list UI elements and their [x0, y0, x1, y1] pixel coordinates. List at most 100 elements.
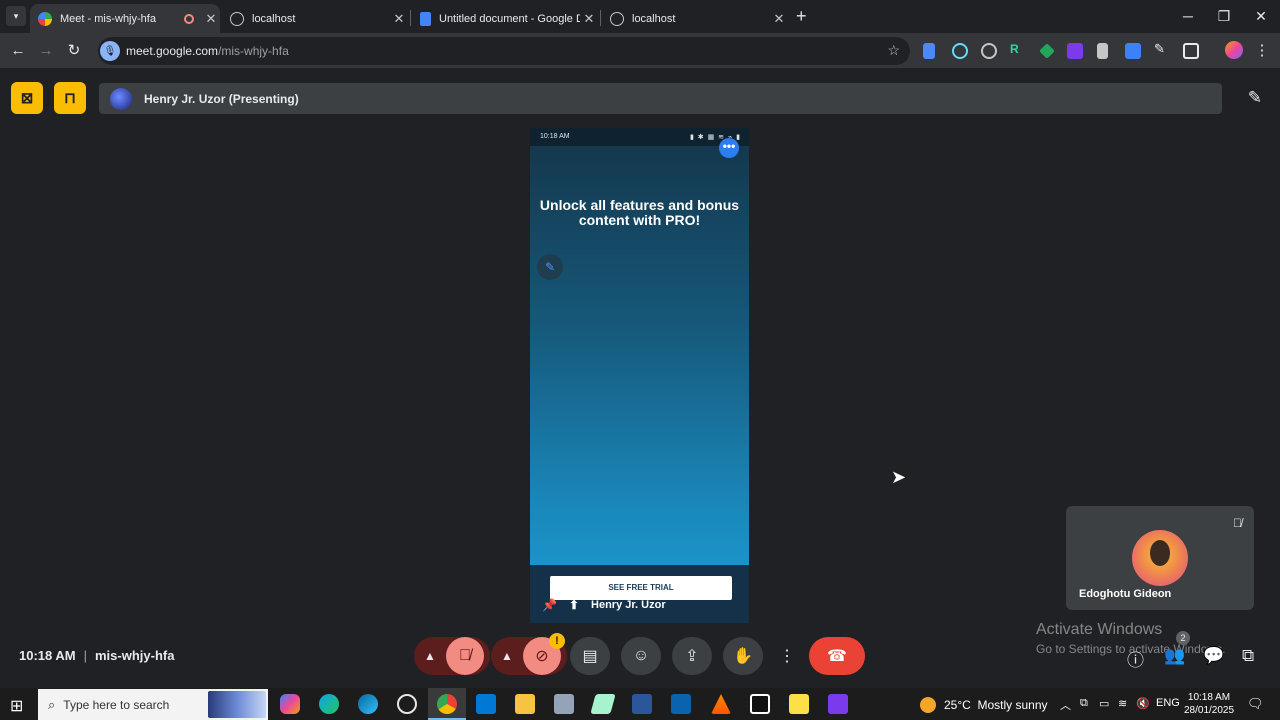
wifi-icon[interactable]: ≋	[1118, 697, 1127, 710]
taskbar-clock[interactable]: 10:18 AM 28/01/2025	[1184, 691, 1234, 717]
app-icon[interactable]	[590, 694, 616, 714]
presenting-banner: Henry Jr. Uzor (Presenting)	[99, 83, 1222, 114]
react-devtools-icon[interactable]	[952, 43, 968, 59]
meeting-details-icon[interactable]: ⓘ	[1127, 646, 1144, 671]
menu-kebab-icon[interactable]: ⋮	[1250, 39, 1274, 63]
presentation-layout-icon[interactable]: ⊓	[54, 82, 86, 114]
edit-icon[interactable]: ✎	[537, 254, 563, 280]
back-button[interactable]: ←	[6, 39, 30, 63]
address-bar[interactable]: 🎙 meet.google.com/mis-whjy-hfa ☆	[98, 37, 910, 65]
minimize-button[interactable]: ─	[1170, 0, 1206, 32]
see-free-trial-button[interactable]: SEE FREE TRIAL	[550, 576, 732, 600]
participant-name: Edoghotu Gideon	[1079, 588, 1172, 600]
windows-taskbar: ⊞ ⌕ Type here to search 25°C Mostly sunn…	[0, 688, 1280, 720]
meet-tray-icon[interactable]: ⧉	[1080, 697, 1088, 710]
capcut-icon[interactable]	[750, 694, 770, 714]
edge-dev-icon[interactable]	[358, 694, 378, 714]
visual-studio-icon[interactable]	[828, 694, 848, 714]
battery-icon[interactable]: ▭	[1099, 697, 1109, 710]
word-icon[interactable]	[632, 694, 652, 714]
search-placeholder: Type here to search	[63, 697, 170, 712]
url-path: /mis-whjy-hfa	[218, 44, 289, 58]
copilot-icon[interactable]	[280, 694, 300, 714]
close-tab-icon[interactable]: ✕	[390, 11, 408, 27]
sticky-notes-icon[interactable]	[789, 694, 809, 714]
extension-icon[interactable]	[1067, 43, 1083, 59]
extension-icon[interactable]	[923, 43, 935, 59]
extension-icon[interactable]: R	[1010, 42, 1026, 58]
participant-tile[interactable]: 🎙̸ Edoghotu Gideon	[1066, 506, 1254, 610]
divider: |	[83, 648, 87, 663]
meeting-info: 10:18 AM | mis-whjy-hfa	[19, 648, 174, 663]
file-explorer-icon[interactable]	[515, 694, 535, 714]
notifications-icon[interactable]: 🗨	[1247, 696, 1264, 712]
promo-headline: Unlock all features and bonus content wi…	[539, 197, 740, 228]
site-info-icon[interactable]: 🎙	[100, 41, 120, 61]
people-icon[interactable]: 👥	[1164, 646, 1185, 666]
language-indicator[interactable]: ENG	[1156, 697, 1180, 709]
stop-presenting-icon[interactable]: ⊠	[11, 82, 43, 114]
show-hidden-icons-chevron-icon[interactable]: ︿	[1060, 697, 1071, 713]
taskbar-search[interactable]: ⌕ Type here to search	[38, 689, 268, 720]
profile-avatar[interactable]	[1225, 41, 1243, 59]
search-highlight-image	[208, 691, 266, 718]
tab-search-icon[interactable]: ▾	[6, 6, 26, 26]
captions-button[interactable]: ▤	[570, 637, 610, 675]
weather-temp: 25°C	[944, 698, 971, 712]
edge-icon[interactable]	[319, 694, 339, 714]
app-icon[interactable]	[397, 694, 417, 714]
search-icon: ⌕	[48, 696, 56, 712]
tab-title: Meet - mis-whjy-hfa	[60, 12, 156, 25]
presenter-tile-label: 📌 ⬆ Henry Jr. Uzor	[542, 598, 666, 612]
leave-call-button[interactable]: ☎	[809, 637, 865, 675]
tab-divider	[410, 10, 411, 26]
tab-google-docs[interactable]: Untitled document - Google Docs ✕	[412, 4, 598, 33]
pin-icon[interactable]: 📌	[542, 598, 557, 612]
new-tab-button[interactable]: +	[796, 6, 807, 27]
volume-muted-icon[interactable]: 🔇	[1136, 697, 1150, 710]
mic-muted-icon: 🎙̸	[1233, 516, 1242, 530]
forward-button[interactable]: →	[34, 39, 58, 63]
mic-off-icon[interactable]: 🎙̸	[446, 637, 484, 675]
chrome-icon[interactable]	[437, 694, 457, 714]
vscode-icon[interactable]	[476, 694, 496, 714]
vlc-icon[interactable]	[711, 694, 731, 714]
chat-icon[interactable]: 💬	[1203, 646, 1224, 666]
tab-localhost-1[interactable]: localhost ✕	[222, 4, 408, 33]
extension-icon[interactable]	[981, 43, 997, 59]
meeting-time: 10:18 AM	[19, 648, 76, 663]
restore-button[interactable]: ❐	[1206, 0, 1242, 32]
more-options-button[interactable]: ⋮	[774, 637, 800, 675]
extension-icon[interactable]	[1097, 43, 1108, 59]
close-tab-icon[interactable]: ✕	[202, 11, 220, 27]
weather-widget[interactable]: 25°C Mostly sunny	[920, 697, 1048, 713]
audio-settings-chevron-up-icon[interactable]: ▲	[414, 649, 446, 663]
pen-extension-icon[interactable]: ✎	[1154, 41, 1170, 57]
windows-start-icon[interactable]: ⊞	[10, 696, 23, 716]
close-tab-icon[interactable]: ✕	[580, 11, 598, 27]
present-now-button[interactable]: ⇪	[672, 637, 712, 675]
video-settings-chevron-up-icon[interactable]: ▲	[491, 649, 523, 663]
google-meet-icon	[38, 11, 52, 26]
close-window-button[interactable]: ✕	[1243, 0, 1279, 32]
activities-icon[interactable]: ⧉	[1242, 646, 1254, 666]
outlook-icon[interactable]	[671, 694, 691, 714]
emoji-reaction-button[interactable]: ☺	[621, 637, 661, 675]
close-tab-icon[interactable]: ✕	[770, 11, 788, 27]
bookmark-star-icon[interactable]: ☆	[887, 42, 900, 59]
participant-count-badge: 2	[1176, 631, 1190, 645]
globe-icon	[230, 11, 244, 26]
extension-icon[interactable]	[1125, 43, 1141, 59]
tab-meet[interactable]: Meet - mis-whjy-hfa ✕	[30, 4, 220, 33]
more-options-icon[interactable]: •••	[719, 138, 739, 158]
tab-title: localhost	[632, 12, 676, 25]
annotate-pen-icon[interactable]: ✎	[1248, 88, 1262, 108]
raise-hand-button[interactable]: ✋	[723, 637, 763, 675]
reload-button[interactable]: ↻	[62, 39, 86, 63]
app-icon[interactable]	[554, 694, 574, 714]
tab-localhost-2[interactable]: localhost ✕	[602, 4, 788, 33]
extension-icon[interactable]	[1039, 43, 1055, 59]
clock-date: 28/01/2025	[1184, 705, 1235, 716]
extensions-puzzle-icon[interactable]	[1183, 43, 1199, 59]
presenter-label: Henry Jr. Uzor (Presenting)	[144, 91, 299, 106]
